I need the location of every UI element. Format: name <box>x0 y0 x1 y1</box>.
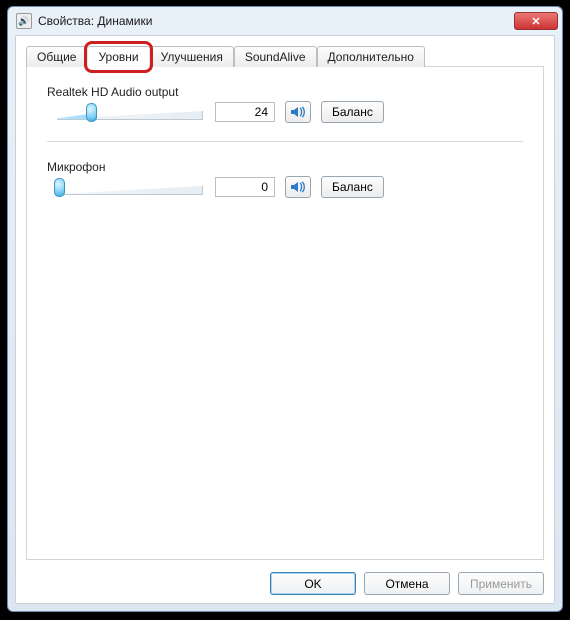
tab-label: Дополнительно <box>328 50 414 64</box>
tab-label: Уровни <box>98 50 138 64</box>
volume-value-input[interactable] <box>215 177 275 197</box>
ok-button[interactable]: OK <box>270 572 356 595</box>
dialog-footer: OK Отмена Применить <box>26 568 544 595</box>
tab-soundalive[interactable]: SoundAlive <box>234 46 317 67</box>
mute-button[interactable] <box>285 176 311 198</box>
close-button[interactable]: ✕ <box>514 12 558 30</box>
level-channel-group: Realtek HD Audio output Баланс <box>47 85 523 123</box>
volume-slider[interactable] <box>55 176 205 198</box>
dialog-window: 🔊 Свойства: Динамики ✕ Общие Уровни Улуч… <box>7 6 563 612</box>
cancel-button[interactable]: Отмена <box>364 572 450 595</box>
speaker-icon <box>290 105 306 119</box>
speaker-device-icon: 🔊 <box>16 13 32 29</box>
tab-enhancements[interactable]: Улучшения <box>150 46 234 67</box>
tab-general[interactable]: Общие <box>26 46 87 67</box>
volume-value-input[interactable] <box>215 102 275 122</box>
tab-label: SoundAlive <box>245 50 306 64</box>
tab-label: Общие <box>37 50 76 64</box>
apply-button[interactable]: Применить <box>458 572 544 595</box>
titlebar[interactable]: 🔊 Свойства: Динамики ✕ <box>8 7 562 35</box>
balance-button[interactable]: Баланс <box>321 176 384 198</box>
slider-track-bg <box>57 185 203 195</box>
tab-page-levels: Realtek HD Audio output Баланс Мик <box>26 66 544 560</box>
slider-thumb[interactable] <box>54 178 65 197</box>
client-area: Общие Уровни Улучшения SoundAlive Дополн… <box>15 35 555 604</box>
slider-thumb[interactable] <box>86 103 97 122</box>
channel-name: Микрофон <box>47 160 523 174</box>
mute-button[interactable] <box>285 101 311 123</box>
tab-advanced[interactable]: Дополнительно <box>317 46 425 67</box>
channel-name: Realtek HD Audio output <box>47 85 523 99</box>
close-icon: ✕ <box>531 15 540 28</box>
divider <box>47 141 523 142</box>
speaker-icon <box>290 180 306 194</box>
tab-levels[interactable]: Уровни <box>87 46 149 67</box>
balance-button[interactable]: Баланс <box>321 101 384 123</box>
window-title: Свойства: Динамики <box>38 14 152 28</box>
tab-strip: Общие Уровни Улучшения SoundAlive Дополн… <box>26 46 544 67</box>
volume-slider[interactable] <box>55 101 205 123</box>
tab-label: Улучшения <box>161 50 223 64</box>
level-channel-group: Микрофон Баланс <box>47 160 523 198</box>
